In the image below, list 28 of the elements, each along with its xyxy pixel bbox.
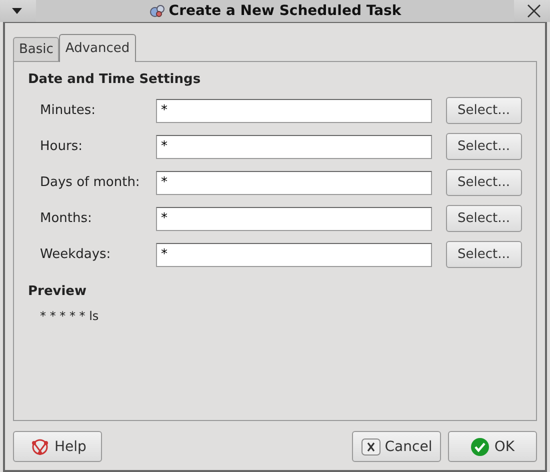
cancel-button[interactable]: Cancel: [352, 431, 441, 462]
select-button[interactable]: Select...: [446, 133, 522, 160]
input-field[interactable]: *: [156, 134, 432, 158]
input-field[interactable]: *: [156, 98, 432, 122]
checkmark-icon: [470, 436, 490, 456]
close-icon[interactable]: [526, 3, 542, 19]
tab[interactable]: Advanced: [59, 34, 136, 62]
select-button[interactable]: Select...: [446, 241, 522, 268]
input-field[interactable]: *: [156, 170, 432, 194]
field-label: Months:: [39, 211, 93, 226]
field-label: Hours:: [39, 139, 84, 154]
window-title: Create a New Scheduled Task: [168, 3, 402, 19]
input-field[interactable]: *: [156, 206, 432, 230]
ok-button[interactable]: OK: [448, 431, 537, 462]
field-label: Weekdays:: [39, 247, 112, 262]
section-heading: Date and Time Settings: [28, 72, 202, 87]
select-button[interactable]: Select...: [446, 169, 522, 196]
input-field[interactable]: *: [156, 242, 432, 266]
select-button[interactable]: Select...: [446, 97, 522, 124]
section-heading: Preview: [28, 284, 88, 299]
close-icon: [360, 438, 381, 456]
help-button[interactable]: Help: [13, 431, 102, 462]
select-button[interactable]: Select...: [446, 205, 522, 232]
tab[interactable]: Basic: [13, 37, 60, 61]
field-label: Days of month:: [39, 175, 141, 190]
window-menu-icon[interactable]: [12, 8, 22, 14]
field-label: Minutes:: [39, 103, 97, 118]
preview-text: * * * * * ls: [39, 308, 100, 323]
